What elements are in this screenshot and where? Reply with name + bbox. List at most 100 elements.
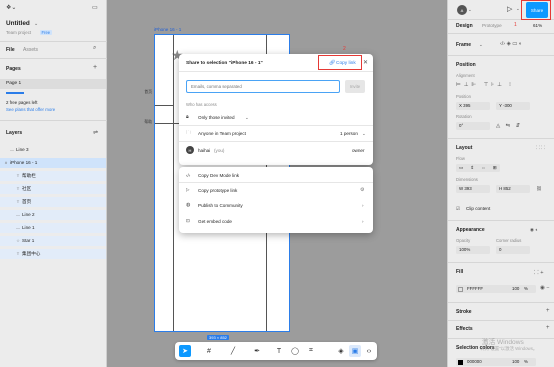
- layer-item-selected[interactable]: # iPhone 16 - 1: [0, 158, 106, 168]
- clip-content-checkbox[interactable]: ☑: [456, 206, 460, 212]
- layer-label: Star 1: [22, 238, 35, 243]
- page-progress: [6, 92, 24, 94]
- layer-label: Line 1: [22, 225, 35, 230]
- tab-assets[interactable]: Assets: [23, 47, 38, 53]
- publish-to-community[interactable]: Publish to Community: [198, 203, 243, 208]
- y-field[interactable]: Y -300: [496, 102, 530, 110]
- file-name-chevron-icon[interactable]: ⌄: [34, 21, 38, 27]
- pages-upgrade-link[interactable]: See plans that offer more: [6, 107, 55, 112]
- shape-tool-icon[interactable]: ╱: [227, 345, 239, 357]
- page-item-label: Page 1: [6, 81, 22, 86]
- fill-actions-icons[interactable]: ⸬ +: [534, 268, 543, 276]
- text-tool-icon[interactable]: T: [273, 345, 285, 357]
- copy-prototype-link[interactable]: Copy prototype link: [198, 188, 237, 193]
- layout-icons[interactable]: ⸬ ⸬: [536, 145, 545, 151]
- team-access-chevron-icon[interactable]: ⌄: [362, 131, 366, 137]
- tab-design[interactable]: Design: [456, 23, 473, 29]
- annotation-number-1: 1: [514, 22, 517, 28]
- sidebar-toggle-icon[interactable]: ▭: [92, 4, 98, 11]
- frame-text[interactable]: 首页: [144, 89, 152, 94]
- access-row-label[interactable]: Only those invited: [198, 115, 235, 120]
- layers-collapse-icon[interactable]: ⇌: [93, 129, 98, 136]
- zoom-level[interactable]: 61%: [533, 23, 542, 28]
- file-name[interactable]: Untitled: [6, 20, 30, 27]
- present-chevron-icon[interactable]: ⌄: [516, 6, 520, 12]
- access-row-chevron-icon[interactable]: ⌄: [245, 115, 249, 121]
- line-icon: —: [10, 147, 14, 152]
- text-icon: T: [16, 199, 20, 204]
- frame-type-chevron-icon[interactable]: ⌄: [479, 42, 483, 48]
- appearance-title: Appearance: [456, 227, 485, 233]
- constrain-proportions-icon[interactable]: ⛓: [536, 186, 542, 192]
- fill-percent[interactable]: 100: [512, 285, 519, 293]
- pen-tool-icon[interactable]: ✒: [251, 345, 263, 357]
- stroke-title: Stroke: [456, 309, 472, 315]
- code-icon: ‹/›: [186, 173, 191, 178]
- frame-tool-icon[interactable]: #: [203, 345, 215, 357]
- present-icon[interactable]: ▷: [507, 5, 512, 13]
- design-mode-icon[interactable]: ▣: [349, 345, 361, 357]
- dev-mode-icon[interactable]: ‹›: [363, 345, 375, 357]
- rotation-icons[interactable]: ◬ ⇋ ⇵: [496, 123, 522, 129]
- avatar-chevron-icon[interactable]: ⌄: [468, 7, 472, 13]
- selection-color-row[interactable]: 000000 100 %: [456, 358, 536, 366]
- appearance-icons[interactable]: ◉ ◐: [530, 227, 538, 233]
- ui3-toggle-icon[interactable]: ◈: [335, 345, 347, 357]
- team-access-label[interactable]: Anyone in Team project: [198, 131, 246, 136]
- layer-label: Line 3: [16, 147, 29, 152]
- fill-swatch[interactable]: [458, 286, 463, 292]
- frame-text[interactable]: 帮助: [144, 119, 152, 124]
- corner-radius-field[interactable]: 0: [496, 246, 530, 254]
- frame-icon: #: [4, 160, 8, 165]
- email-input[interactable]: [186, 80, 340, 93]
- tab-file[interactable]: File: [6, 47, 15, 53]
- publish-chevron-icon[interactable]: ›: [362, 203, 364, 208]
- move-tool-icon[interactable]: ➤: [179, 345, 191, 357]
- rotation-field[interactable]: 0°: [456, 122, 490, 130]
- add-effect-icon[interactable]: +: [546, 325, 550, 331]
- layer-item[interactable]: T 社区: [0, 184, 106, 194]
- frame-actions-icons[interactable]: ‹/› ◈ ▭ ◐: [500, 41, 522, 47]
- prototype-settings-icon[interactable]: ⚙: [360, 187, 364, 193]
- comment-tool-icon[interactable]: ◯: [289, 345, 301, 357]
- fill-visibility-icon[interactable]: ◉ −: [540, 285, 549, 291]
- tab-prototype[interactable]: Prototype: [482, 23, 502, 28]
- actions-tool-icon[interactable]: ⌗: [305, 345, 317, 357]
- line-icon: —: [16, 225, 20, 230]
- frame-label[interactable]: iPhone 16 - 1: [154, 27, 181, 32]
- height-field[interactable]: H 852: [496, 185, 530, 193]
- flow-options[interactable]: ▭ ⇕ ⇔ ⊞: [456, 164, 500, 172]
- alignment-icons[interactable]: ⊨⊥⊩ ⊤⊦⊥ ⁞: [456, 82, 514, 88]
- layer-item[interactable]: — Line 1: [0, 223, 106, 233]
- team-name: Team project: [6, 30, 32, 35]
- opacity-field[interactable]: 100%: [456, 246, 490, 254]
- get-embed-code[interactable]: Get embed code: [198, 219, 232, 224]
- layer-item[interactable]: T 集团中心: [0, 249, 106, 259]
- fill-row[interactable]: FFFFFF 100 %: [456, 285, 536, 293]
- team-access-count[interactable]: 1 person: [340, 131, 358, 136]
- x-field[interactable]: X 395: [456, 102, 490, 110]
- copy-dev-mode-link[interactable]: Copy Dev Mode link: [198, 173, 239, 178]
- add-page-icon[interactable]: +: [93, 64, 97, 71]
- add-stroke-icon[interactable]: +: [546, 308, 550, 314]
- frame-line[interactable]: [155, 105, 173, 106]
- layer-item[interactable]: ☆ Star 1: [0, 236, 106, 246]
- invite-button[interactable]: Invite: [345, 80, 365, 93]
- frame-line[interactable]: [173, 35, 174, 331]
- close-icon[interactable]: ✕: [363, 59, 368, 66]
- layer-item[interactable]: — Line 2: [0, 210, 106, 220]
- layer-item[interactable]: — Line 3: [0, 145, 106, 155]
- search-icon[interactable]: ⌕: [93, 45, 96, 52]
- layer-item[interactable]: T 首页: [0, 197, 106, 207]
- main-menu-icon[interactable]: ❖⌄: [6, 4, 16, 11]
- selection-color-hex[interactable]: 000000: [467, 359, 482, 364]
- embed-chevron-icon[interactable]: ›: [362, 219, 364, 224]
- selection-color-swatch[interactable]: [458, 359, 463, 365]
- avatar[interactable]: A: [457, 5, 467, 15]
- selection-color-percent[interactable]: 100: [512, 358, 519, 366]
- width-field[interactable]: W 393: [456, 185, 490, 193]
- fill-hex[interactable]: FFFFFF: [467, 286, 483, 291]
- page-item[interactable]: Page 1: [0, 79, 106, 89]
- frame-type-select[interactable]: Frame: [456, 42, 471, 48]
- layer-item[interactable]: T 帮助栏: [0, 171, 106, 181]
